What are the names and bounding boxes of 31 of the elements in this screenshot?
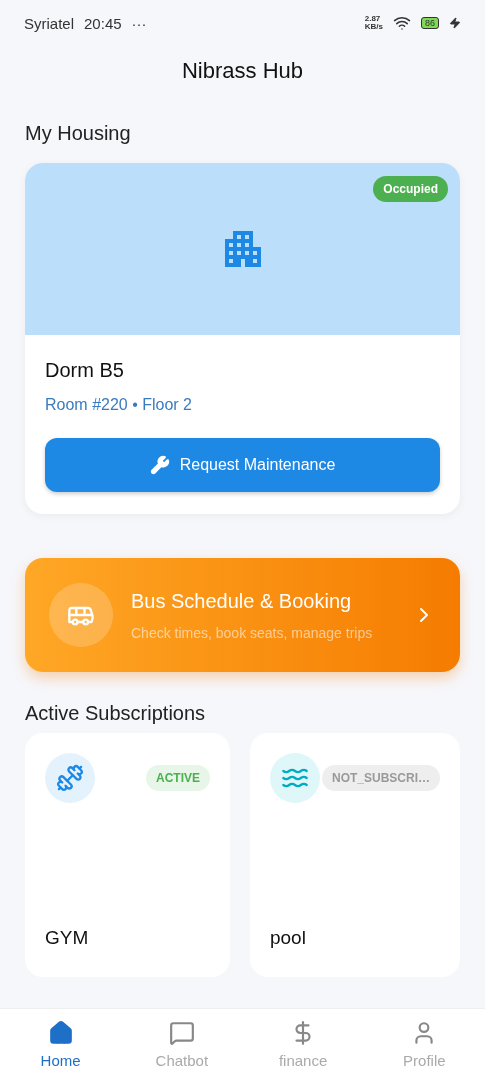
dumbbell-icon: [56, 764, 84, 792]
status-badge: ACTIVE: [145, 765, 210, 791]
room-details: Room #220 • Floor 2: [45, 396, 193, 414]
status-badge: NOT_SUBSCRI…: [322, 765, 440, 791]
wrench-icon: [149, 455, 170, 475]
charging-icon: [449, 17, 461, 29]
section-heading: Active Subscriptions: [25, 702, 207, 725]
network-speed: 2.87 KB/s: [364, 15, 383, 31]
nav-tab[interactable]: Home: [0, 1009, 122, 1080]
nav-tab[interactable]: Profile: [363, 1009, 485, 1080]
chat-icon: [168, 1020, 195, 1046]
dorm-name: Dorm B5: [45, 359, 125, 382]
subscription-name: pool: [270, 927, 307, 949]
subscription-card[interactable]: NOT_SUBSCRI… pool: [250, 733, 460, 977]
subscription-name: GYM: [45, 927, 90, 949]
clock: 20:45: [84, 14, 122, 32]
subscription-card[interactable]: ACTIVE GYM: [25, 733, 230, 977]
carrier: Syriatel: [24, 14, 75, 32]
bus-subtitle: Check times, book seats, manage trips: [131, 624, 374, 641]
maintenance-button[interactable]: Request Maintenance: [45, 438, 440, 492]
home-icon: [47, 1020, 74, 1046]
wifi-icon: [393, 14, 411, 32]
more-indicator: ···: [131, 14, 147, 32]
bus-title: Bus Schedule & Booking: [131, 589, 353, 613]
nav-tab[interactable]: Chatbot: [121, 1009, 243, 1080]
nav-tab[interactable]: finance: [242, 1009, 364, 1080]
status-badge: Occupied: [373, 176, 448, 202]
section-heading: My Housing: [25, 122, 132, 145]
battery-level: 86: [421, 17, 439, 29]
bus-card[interactable]: Bus Schedule & Booking Check times, book seats, manage trips: [25, 558, 460, 672]
app-title: Nibrass Hub: [180, 58, 304, 84]
